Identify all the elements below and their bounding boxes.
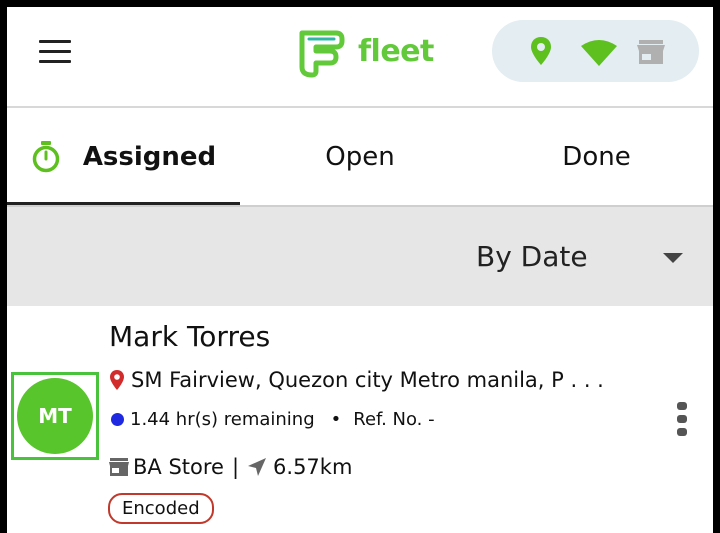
tab-assigned[interactable]: Assigned [7,108,240,205]
store-row: BA Store | 6.57km [109,455,352,479]
wifi-icon [581,40,617,66]
more-vertical-icon[interactable] [675,402,689,442]
tab-done[interactable]: Done [480,108,713,205]
time-remaining: 1.44 hr(s) remaining [130,409,315,430]
app-header: fleet [7,7,713,107]
tab-done-label: Done [562,141,631,172]
timer-icon [32,140,60,172]
fleet-logo-mark-icon [299,30,345,78]
chevron-down-icon [663,253,683,263]
job-card[interactable]: Mark Torres MT SM Fairview, Quezon city … [7,306,713,533]
driver-name: Mark Torres [109,320,271,353]
filter-bar: By Date [7,207,713,306]
tab-assigned-label: Assigned [82,141,217,172]
store-name: BA Store [133,455,224,479]
reference-number: Ref. No. - [353,409,435,430]
status-dot-icon [111,413,124,426]
fleet-logo: fleet [292,23,434,79]
job-tabs: Assigned Open Done [7,108,713,205]
store-icon [637,40,665,64]
sort-dropdown[interactable]: By Date [467,207,713,306]
avatar: MT [17,378,93,454]
store-icon [109,458,129,476]
location-pin-icon [531,37,551,65]
address-text: SM Fairview, Quezon city Metro manila, P… [131,368,604,392]
hamburger-menu-icon[interactable] [39,40,71,64]
status-indicators [492,20,699,82]
time-row: 1.44 hr(s) remaining • Ref. No. - [109,409,435,430]
distance: 6.57km [273,455,353,479]
logo-text: fleet [358,33,434,69]
bullet-separator: • [330,409,342,430]
navigation-arrow-icon [248,458,267,476]
tab-open[interactable]: Open [240,108,480,205]
location-pin-icon [110,370,124,390]
sort-dropdown-value: By Date [476,240,588,273]
tab-open-label: Open [325,141,395,172]
app-screen: fleet Assigned Open Done By Date Mark To… [7,7,713,533]
status-badge: Encoded [108,493,214,524]
store-divider: | [231,455,240,479]
avatar-frame: MT [11,372,99,460]
address-row: SM Fairview, Quezon city Metro manila, P… [109,368,604,392]
